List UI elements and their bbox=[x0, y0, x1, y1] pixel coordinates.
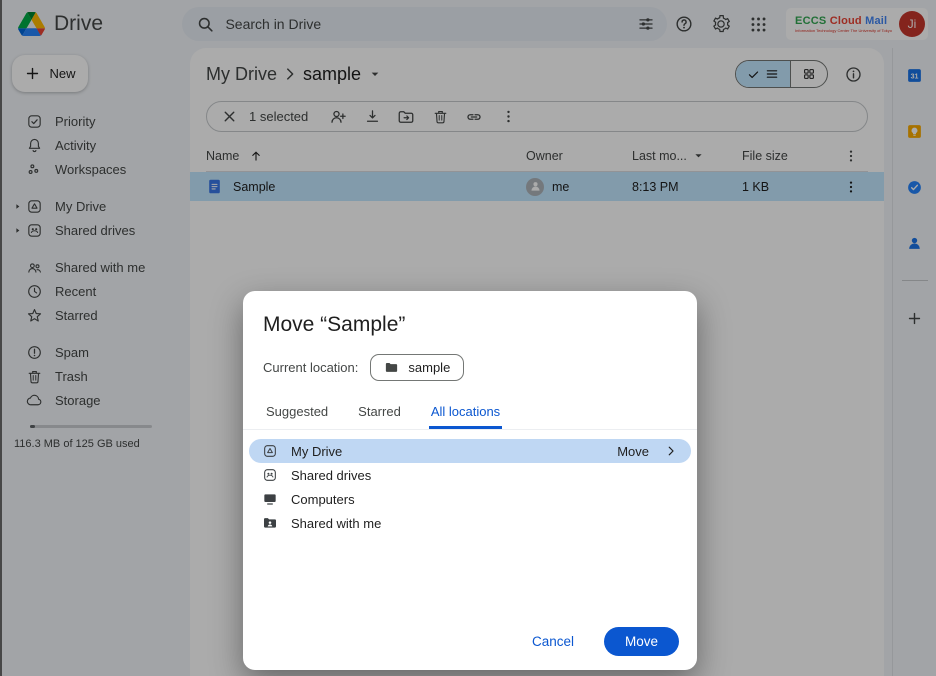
cancel-button[interactable]: Cancel bbox=[514, 626, 592, 657]
location-list: My Drive Move Shared drives Computers Sh… bbox=[249, 439, 691, 535]
shared-drives-icon bbox=[262, 467, 278, 483]
folder-icon bbox=[384, 360, 399, 375]
location-row-shared-with-me[interactable]: Shared with me bbox=[249, 511, 691, 535]
chevron-right-icon[interactable] bbox=[664, 444, 678, 458]
row-move-action[interactable]: Move bbox=[617, 444, 649, 459]
location-row-my-drive[interactable]: My Drive Move bbox=[249, 439, 691, 463]
current-location-chip[interactable]: sample bbox=[370, 354, 464, 381]
location-row-computers[interactable]: Computers bbox=[249, 487, 691, 511]
my-drive-icon bbox=[262, 443, 278, 459]
computers-icon bbox=[262, 491, 278, 507]
move-dialog: Move “Sample” Current location: sample S… bbox=[243, 291, 697, 670]
location-row-shared-drives[interactable]: Shared drives bbox=[249, 463, 691, 487]
tab-starred[interactable]: Starred bbox=[356, 396, 403, 429]
tab-all-locations[interactable]: All locations bbox=[429, 396, 502, 429]
move-button[interactable]: Move bbox=[604, 627, 679, 656]
dialog-title: Move “Sample” bbox=[263, 313, 677, 337]
dialog-tabs: Suggested Starred All locations bbox=[243, 396, 697, 430]
shared-with-me-folder-icon bbox=[262, 515, 278, 531]
tab-suggested[interactable]: Suggested bbox=[264, 396, 330, 429]
current-location-label: Current location: bbox=[263, 360, 358, 375]
